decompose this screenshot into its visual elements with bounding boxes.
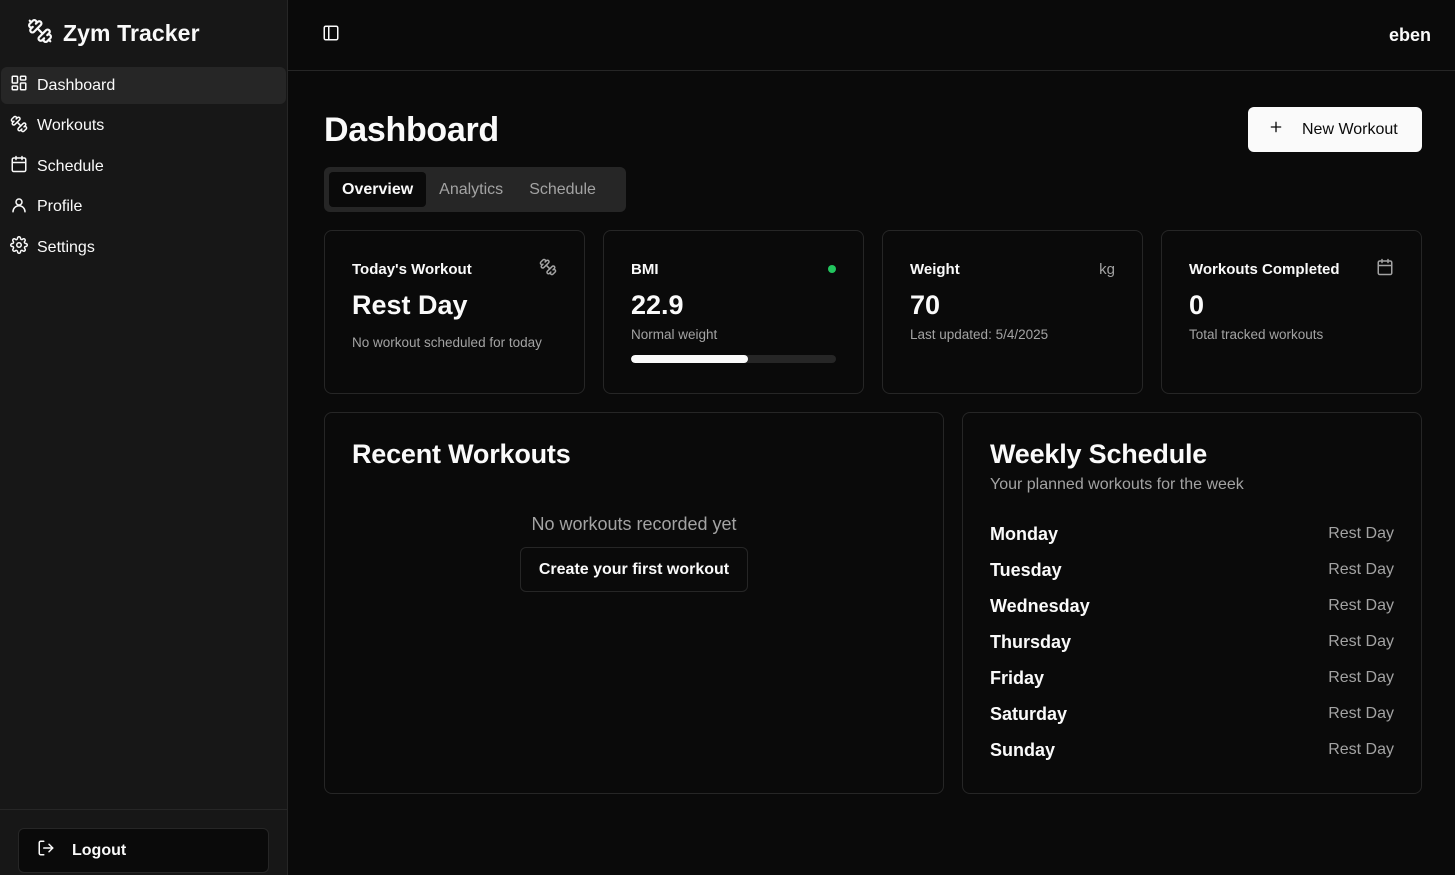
brand-name: Zym Tracker bbox=[63, 20, 200, 46]
day-plan: Rest Day bbox=[1328, 597, 1394, 614]
sidebar-item-dashboard[interactable]: Dashboard bbox=[1, 67, 286, 104]
bmi-progress-fill bbox=[631, 355, 748, 363]
plus-icon bbox=[1268, 119, 1284, 140]
status-dot-icon bbox=[828, 265, 836, 273]
day-plan: Rest Day bbox=[1328, 705, 1394, 722]
logout-icon bbox=[37, 839, 55, 862]
sidebar-item-schedule[interactable]: Schedule bbox=[1, 148, 286, 185]
tab-overview[interactable]: Overview bbox=[329, 172, 427, 207]
bmi-progress-bar bbox=[631, 355, 836, 363]
tab-list: Overview Analytics Schedule bbox=[324, 167, 626, 212]
day-plan: Rest Day bbox=[1328, 561, 1394, 578]
bottom-row: Recent Workouts No workouts recorded yet… bbox=[324, 412, 1422, 794]
stat-value: 22.9 bbox=[631, 290, 684, 320]
day-name: Saturday bbox=[990, 703, 1068, 724]
day-name: Wednesday bbox=[990, 595, 1090, 616]
stats-row: Today's Workout Rest Day No workout sche… bbox=[324, 230, 1422, 394]
sidebar-item-workouts[interactable]: Workouts bbox=[1, 108, 286, 145]
panel-title: Weekly Schedule bbox=[990, 439, 1208, 469]
new-workout-label: New Workout bbox=[1302, 120, 1398, 138]
logout-label: Logout bbox=[72, 841, 127, 859]
list-item: Friday Rest Day bbox=[990, 660, 1394, 696]
weekly-schedule-panel: Weekly Schedule Your planned workouts fo… bbox=[962, 412, 1422, 794]
day-name: Sunday bbox=[990, 739, 1056, 760]
sidebar-item-label: Schedule bbox=[37, 157, 104, 175]
panel-title: Recent Workouts bbox=[352, 439, 571, 469]
layout-grid-icon bbox=[10, 74, 28, 97]
day-name: Tuesday bbox=[990, 559, 1062, 580]
empty-text: No workouts recorded yet bbox=[531, 514, 737, 534]
workouts-completed-card: Workouts Completed 0 Total tracked worko… bbox=[1161, 230, 1422, 394]
sidebar-item-settings[interactable]: Settings bbox=[1, 229, 286, 266]
page-title: Dashboard bbox=[324, 111, 499, 149]
calendar-icon bbox=[10, 155, 28, 178]
tab-schedule[interactable]: Schedule bbox=[516, 172, 609, 207]
sidebar-item-label: Profile bbox=[37, 198, 83, 215]
day-name: Monday bbox=[990, 523, 1059, 544]
list-item: Sunday Rest Day bbox=[990, 732, 1394, 768]
stat-subtext: Normal weight bbox=[631, 327, 718, 342]
day-plan: Rest Day bbox=[1328, 633, 1394, 650]
stat-value: 70 bbox=[910, 290, 941, 320]
stat-label: BMI bbox=[631, 260, 659, 278]
sidebar-footer: Logout bbox=[0, 809, 287, 875]
day-plan: Rest Day bbox=[1328, 741, 1394, 758]
sidebar-item-profile[interactable]: Profile bbox=[1, 189, 286, 226]
bmi-card: BMI 22.9 Normal weight bbox=[603, 230, 864, 394]
panel-left-icon[interactable] bbox=[322, 24, 340, 47]
user-icon bbox=[10, 196, 28, 219]
schedule-list: Monday Rest Day Tuesday Rest Day Wednesd… bbox=[990, 516, 1394, 768]
calendar-icon bbox=[1376, 258, 1394, 281]
sidebar-nav: Dashboard Workouts Schedule Profile Sett… bbox=[0, 67, 287, 270]
list-item: Saturday Rest Day bbox=[990, 696, 1394, 732]
empty-state: No workouts recorded yet Create your fir… bbox=[352, 514, 916, 592]
recent-workouts-panel: Recent Workouts No workouts recorded yet… bbox=[324, 412, 944, 794]
weight-unit: kg bbox=[1099, 260, 1115, 278]
tab-analytics[interactable]: Analytics bbox=[426, 172, 516, 207]
list-item: Thursday Rest Day bbox=[990, 624, 1394, 660]
dumbbell-icon bbox=[539, 258, 557, 281]
dashboard-content: Dashboard New Workout Overview Analytics… bbox=[288, 71, 1455, 794]
dumbbell-icon bbox=[27, 18, 53, 49]
stat-label: Workouts Completed bbox=[1189, 260, 1340, 278]
stat-value: Rest Day bbox=[352, 290, 468, 320]
day-name: Thursday bbox=[990, 631, 1072, 652]
day-name: Friday bbox=[990, 667, 1045, 688]
stat-value: 0 bbox=[1189, 290, 1205, 320]
stat-label: Weight bbox=[910, 260, 960, 278]
stat-subtext: Total tracked workouts bbox=[1189, 327, 1324, 342]
app-root: Zym Tracker Dashboard Workouts Schedule bbox=[0, 0, 1455, 875]
topbar: eben bbox=[288, 0, 1455, 71]
day-plan: Rest Day bbox=[1328, 669, 1394, 686]
title-row: Dashboard New Workout bbox=[324, 107, 1422, 152]
list-item: Wednesday Rest Day bbox=[990, 588, 1394, 624]
panel-subtitle: Your planned workouts for the week bbox=[990, 476, 1244, 493]
sidebar: Zym Tracker Dashboard Workouts Schedule bbox=[0, 0, 288, 875]
weight-card: Weight kg 70 Last updated: 5/4/2025 bbox=[882, 230, 1143, 394]
list-item: Tuesday Rest Day bbox=[990, 552, 1394, 588]
stat-subtext: Last updated: 5/4/2025 bbox=[910, 327, 1049, 342]
stat-subtext: No workout scheduled for today bbox=[352, 335, 542, 350]
logout-button[interactable]: Logout bbox=[18, 828, 269, 873]
list-item: Monday Rest Day bbox=[990, 516, 1394, 552]
new-workout-button[interactable]: New Workout bbox=[1248, 107, 1422, 152]
gear-icon bbox=[10, 236, 28, 259]
todays-workout-card: Today's Workout Rest Day No workout sche… bbox=[324, 230, 585, 394]
sidebar-item-label: Workouts bbox=[37, 117, 105, 134]
user-name[interactable]: eben bbox=[1389, 25, 1431, 46]
stat-label: Today's Workout bbox=[352, 260, 472, 278]
dumbbell-icon bbox=[10, 115, 28, 138]
day-plan: Rest Day bbox=[1328, 525, 1394, 542]
sidebar-item-label: Dashboard bbox=[37, 76, 116, 94]
sidebar-item-label: Settings bbox=[37, 238, 95, 256]
main: eben Dashboard New Workout Overview Anal… bbox=[288, 0, 1455, 875]
create-first-workout-button[interactable]: Create your first workout bbox=[519, 547, 749, 592]
brand[interactable]: Zym Tracker bbox=[0, 0, 287, 67]
